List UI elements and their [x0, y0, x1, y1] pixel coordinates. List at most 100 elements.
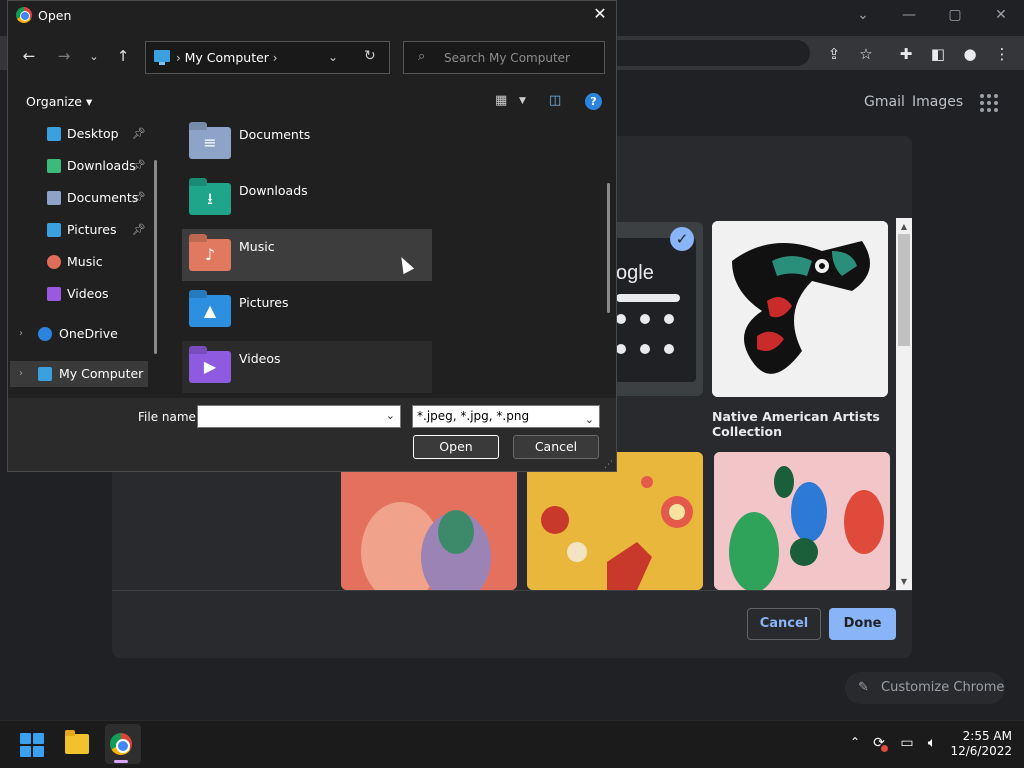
- sidebar-item-pictures[interactable]: Pictures 📌︎: [10, 217, 148, 243]
- volume-icon[interactable]: 🔈︎: [922, 735, 942, 751]
- images-link[interactable]: Images: [912, 94, 963, 110]
- desktop-icon: [47, 127, 61, 141]
- file-name-label: File name:: [138, 410, 200, 424]
- preview-pane-icon[interactable]: ◫: [549, 93, 561, 108]
- art-image-pink: [714, 452, 890, 590]
- native-art-image: [712, 221, 888, 397]
- computer-icon: [154, 50, 170, 65]
- clock-date: 12/6/2022: [950, 744, 1012, 758]
- sidebar-item-documents[interactable]: Documents 📌︎: [10, 185, 148, 211]
- file-name: Videos: [239, 351, 281, 366]
- theme-preview: [606, 238, 696, 382]
- resize-grip-icon[interactable]: ⋰: [604, 460, 613, 470]
- expand-chevron-icon[interactable]: ›: [19, 321, 23, 347]
- documents-folder-icon: ≡: [189, 127, 231, 159]
- art-image-red: [341, 452, 517, 590]
- sidebar-item-downloads[interactable]: Downloads 📌︎: [10, 153, 148, 179]
- preview-dot: [664, 314, 674, 324]
- file-name: Downloads: [239, 183, 308, 198]
- maximize-button[interactable]: ▢: [932, 4, 978, 26]
- refresh-icon[interactable]: ↻: [364, 48, 376, 64]
- art-tile-yellow[interactable]: [527, 452, 703, 590]
- modal-done-button[interactable]: Done: [829, 608, 896, 640]
- theme-scrollbar-thumb[interactable]: [898, 234, 910, 346]
- gmail-link[interactable]: Gmail: [864, 94, 905, 110]
- music-folder-icon: ♪: [189, 239, 231, 271]
- preview-dot: [640, 344, 650, 354]
- file-item-music[interactable]: ♪ Music: [182, 229, 432, 281]
- file-item-pictures[interactable]: ▲ Pictures: [182, 285, 432, 337]
- profile-icon[interactable]: ●: [960, 44, 980, 64]
- file-type-select[interactable]: *.jpeg, *.jpg, *.png ⌄: [412, 405, 600, 428]
- share-icon[interactable]: ⇪: [824, 44, 844, 64]
- change-view-icon[interactable]: ▦: [495, 93, 507, 108]
- file-explorer-icon[interactable]: [65, 730, 89, 754]
- help-icon[interactable]: ?: [585, 93, 602, 110]
- preview-dot: [616, 314, 626, 324]
- minimize-button[interactable]: —: [886, 4, 932, 26]
- navigation-scrollbar[interactable]: [154, 160, 157, 354]
- sidebar-item-label: Pictures: [67, 222, 117, 237]
- chrome-logo-icon: [16, 7, 32, 23]
- art-tile-pink[interactable]: [714, 452, 890, 590]
- tab-search-icon[interactable]: ⌄: [840, 4, 886, 26]
- forward-arrow-icon[interactable]: →: [54, 47, 74, 65]
- onedrive-icon: [38, 327, 52, 341]
- extensions-icon[interactable]: ✚: [896, 44, 916, 64]
- sidebar-item-videos[interactable]: Videos: [10, 281, 148, 307]
- file-item-documents[interactable]: ≡ Documents: [182, 117, 432, 169]
- theme-preview-text: ogle: [616, 262, 654, 284]
- file-item-downloads[interactable]: ⭳ Downloads: [182, 173, 432, 225]
- scroll-up-icon[interactable]: ▲: [896, 219, 912, 235]
- sidepanel-icon[interactable]: ◧: [928, 44, 948, 64]
- downloads-icon: [47, 159, 61, 173]
- sidebar-item-my-computer[interactable]: › My Computer: [10, 361, 148, 387]
- file-name-dropdown-icon[interactable]: ⌄: [386, 409, 395, 422]
- file-name-input[interactable]: ⌄: [197, 405, 401, 428]
- sidebar-item-onedrive[interactable]: › OneDrive: [10, 321, 148, 347]
- customize-chrome-button[interactable]: Customize Chrome: [845, 672, 1005, 704]
- preview-dot: [664, 344, 674, 354]
- start-icon[interactable]: [20, 733, 44, 757]
- file-list-scrollbar[interactable]: [607, 183, 610, 313]
- cancel-button[interactable]: Cancel: [513, 435, 599, 459]
- scroll-down-icon[interactable]: ▼: [896, 574, 912, 590]
- back-arrow-icon[interactable]: ←: [19, 47, 39, 65]
- documents-icon: [47, 191, 61, 205]
- sidebar-item-desktop[interactable]: Desktop 📌︎: [10, 121, 148, 147]
- modal-cancel-button[interactable]: Cancel: [747, 608, 821, 640]
- close-window-button[interactable]: ✕: [978, 4, 1024, 26]
- search-placeholder: Search My Computer: [444, 51, 570, 65]
- native-american-artists-tile[interactable]: [712, 221, 888, 397]
- address-breadcrumb[interactable]: › My Computer ›: [176, 50, 278, 65]
- address-dropdown-icon[interactable]: ⌄: [328, 50, 338, 64]
- art-tile-red[interactable]: [341, 452, 517, 590]
- sync-alert-badge: [881, 745, 888, 752]
- sidebar-item-label: Documents: [67, 190, 139, 205]
- preview-dot: [616, 344, 626, 354]
- breadcrumb-location[interactable]: My Computer: [185, 50, 269, 65]
- sidebar-item-music[interactable]: Music: [10, 249, 148, 275]
- recent-locations-icon[interactable]: ⌄: [84, 50, 104, 63]
- up-arrow-icon[interactable]: ↑: [113, 47, 133, 65]
- organize-menu[interactable]: Organize ▾: [26, 94, 92, 109]
- breadcrumb-chevron-icon: ›: [176, 51, 185, 65]
- omnibox[interactable]: [600, 40, 810, 66]
- sidebar-item-label: OneDrive: [59, 326, 118, 341]
- file-item-videos[interactable]: ▶ Videos: [182, 341, 432, 393]
- menu-icon[interactable]: ⋮: [992, 44, 1012, 64]
- dialog-close-button[interactable]: ✕: [590, 4, 610, 23]
- expand-chevron-icon[interactable]: ›: [19, 361, 23, 387]
- clock[interactable]: 2:55 AM 12/6/2022: [946, 729, 1012, 759]
- network-icon[interactable]: ▭: [897, 735, 917, 751]
- star-icon[interactable]: ☆: [856, 44, 876, 64]
- sidebar-item-label: My Computer: [59, 366, 144, 381]
- sidebar-item-label: Downloads: [67, 158, 136, 173]
- open-button[interactable]: Open: [413, 435, 499, 459]
- view-dropdown-icon[interactable]: ▼: [519, 96, 526, 106]
- file-type-dropdown-icon[interactable]: ⌄: [585, 409, 594, 430]
- active-app-indicator: [114, 760, 128, 763]
- apps-icon[interactable]: [980, 94, 1000, 112]
- pin-icon: 📌︎: [132, 191, 146, 204]
- show-hidden-icons-icon[interactable]: ⌃: [845, 735, 865, 749]
